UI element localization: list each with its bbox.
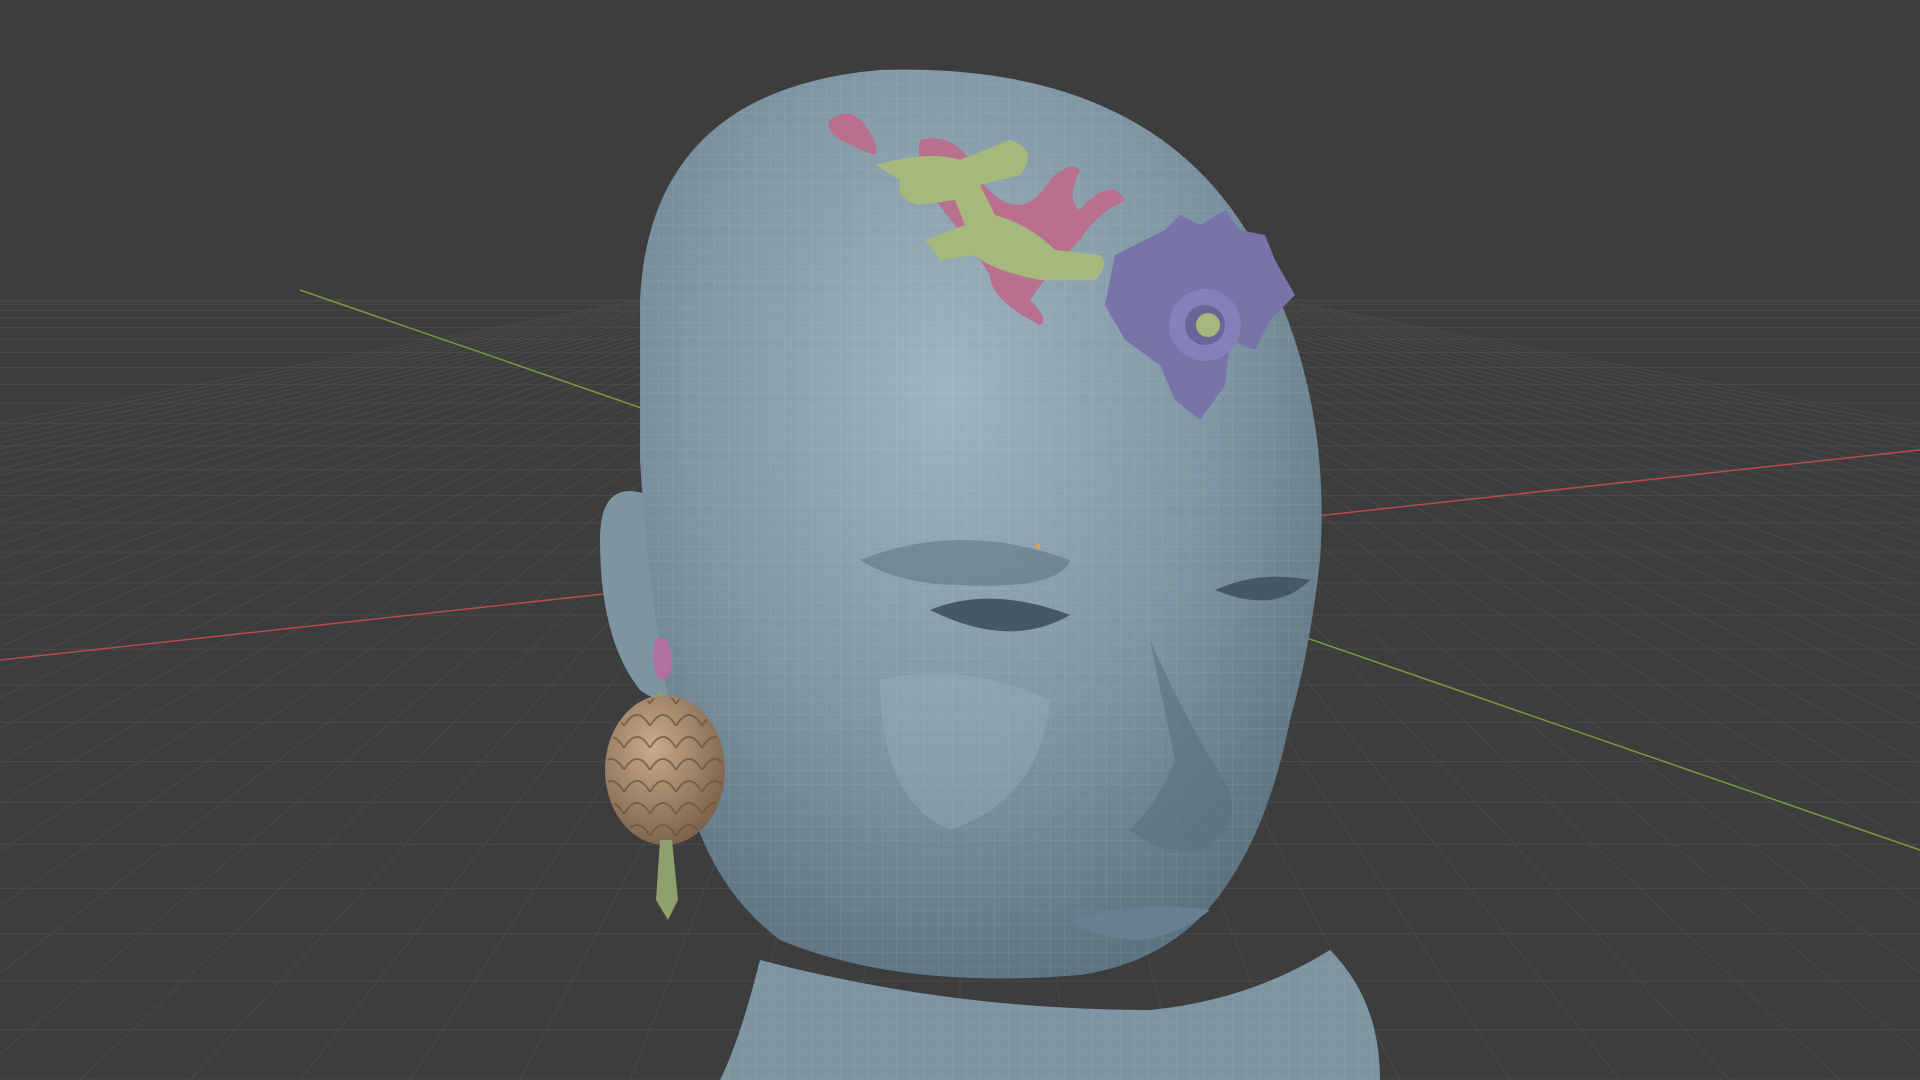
- sun-center-gem: [1196, 313, 1220, 337]
- viewport-scene[interactable]: [0, 0, 1920, 1080]
- earring-scales: [607, 697, 723, 843]
- 3d-viewport[interactable]: [0, 0, 1920, 1080]
- origin-point: [1035, 543, 1041, 549]
